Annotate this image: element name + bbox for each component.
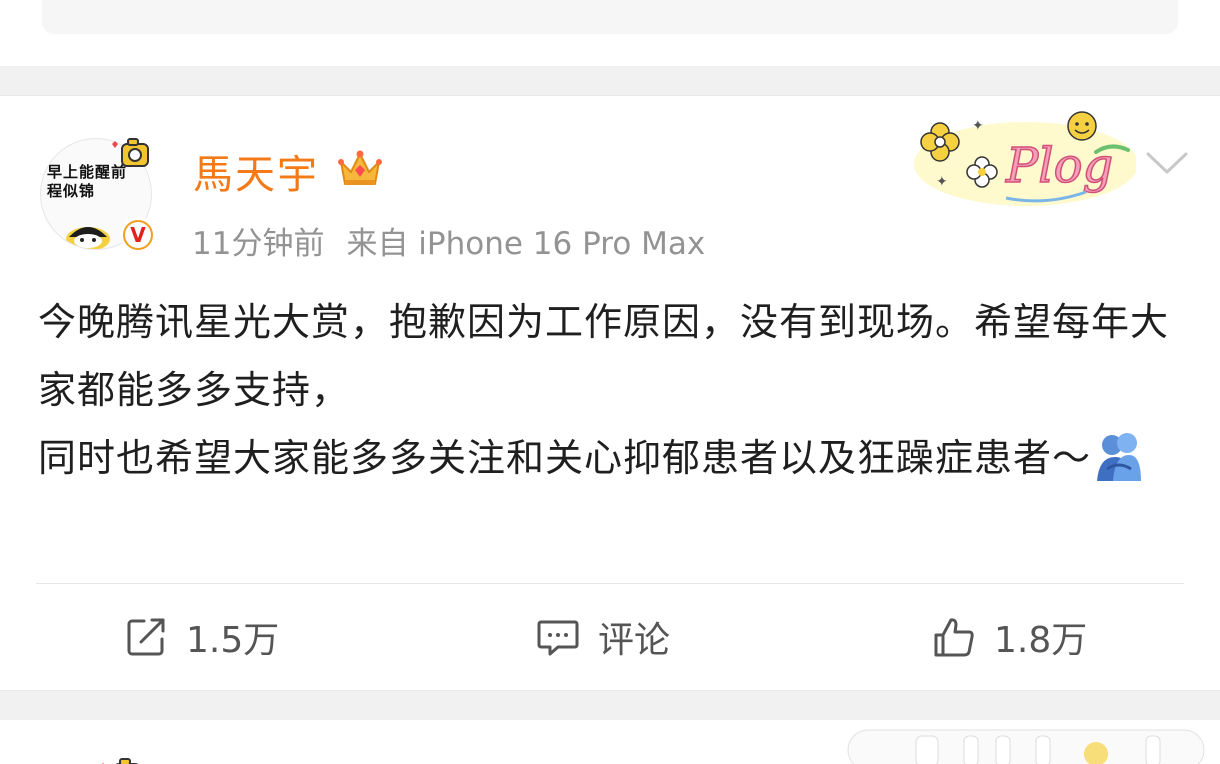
post-source: 来自 iPhone 16 Pro Max [346,226,706,262]
previous-post-card [0,0,1220,66]
repost-count: 1.5万 [186,620,280,661]
avatar[interactable]: 早上能醒前程似锦 V [40,130,156,253]
post-card[interactable]: 早上能醒前程似锦 V 馬天宇 11分钟前 来自 iPhone 16 Pro Ma… [0,96,1220,690]
people-hugging-emoji [1097,433,1142,481]
comment-icon [537,620,579,656]
post-content: 今晚腾讯星光大赏，抱歉因为工作原因，没有到现场。希望每年大家都能多多支持， 同时… [38,288,1178,492]
thumbs-up-icon [934,618,974,657]
svg-text:✦: ✦ [936,174,948,190]
camera-sticker-icon [112,138,149,167]
comment-label: 评论 [598,620,671,661]
repost-button[interactable]: 1.5万 [124,584,279,690]
post-meta: 11分钟前 来自 iPhone 16 Pro Max [192,218,705,263]
like-button[interactable]: 1.8万 [932,584,1087,690]
username[interactable]: 馬天宇 [193,142,319,200]
previous-post-quote-box [42,0,1178,34]
svg-text:✦: ✦ [972,118,984,134]
avatar-cartoon-icon [66,227,110,249]
chevron-down-icon[interactable] [1144,148,1190,178]
plog-sticker-decoration: ✦ ✦ Plog [914,111,1136,206]
feed-separator [0,690,1220,720]
sticker-decoration [847,729,1205,764]
camera-sticker-icon [102,758,139,764]
feed-separator [0,66,1220,96]
post-time: 11分钟前 [192,226,325,262]
weibo-feed: 早上能醒前程似锦 V 馬天宇 11分钟前 来自 iPhone 16 Pro Ma… [0,0,1220,764]
post-content-line: 今晚腾讯星光大赏，抱歉因为工作原因，没有到现场。希望每年大家都能多多支持， [38,300,1170,412]
like-count: 1.8万 [994,620,1088,661]
plog-text: Plog [1005,138,1113,194]
repost-icon [127,618,165,656]
post-content-line: 同时也希望大家能多多关注和关心抑郁患者以及狂躁症患者～ [38,424,1178,492]
comment-button[interactable]: 评论 [536,584,670,690]
next-post-card[interactable] [0,720,1220,764]
post-action-bar: 1.5万 评论 1.8万 [0,584,1220,690]
crown-icon[interactable] [337,148,383,190]
verified-icon: V [120,217,156,253]
